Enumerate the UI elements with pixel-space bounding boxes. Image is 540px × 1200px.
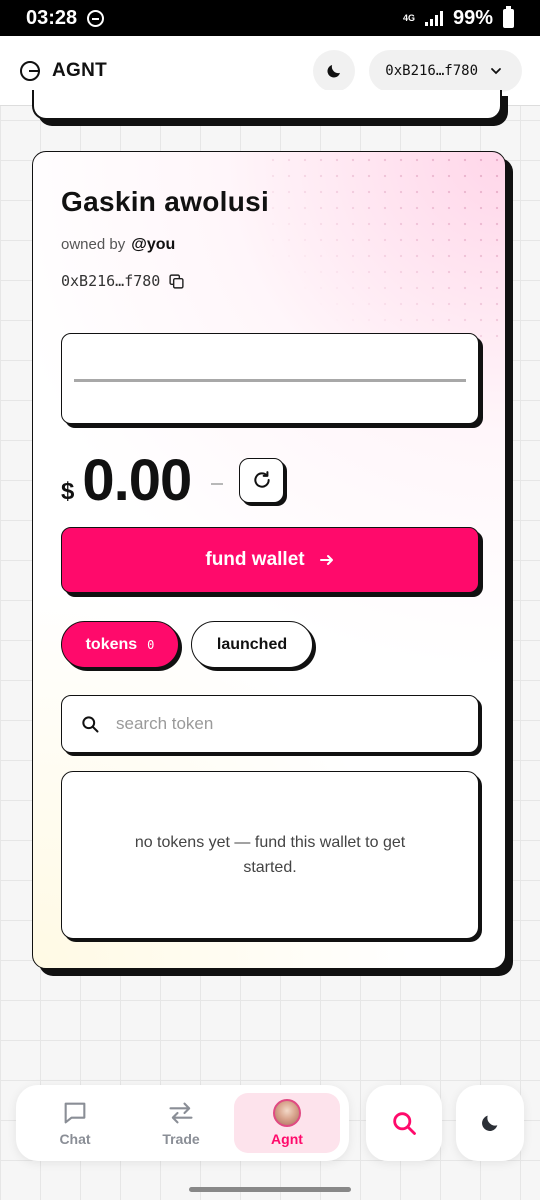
avatar [273, 1099, 301, 1127]
nav-chat-label: Chat [59, 1131, 91, 1147]
moon-icon [327, 64, 341, 78]
moon-icon [482, 1115, 498, 1131]
nav-item-agnt[interactable]: Agnt [234, 1093, 340, 1153]
brand[interactable]: AGNT [18, 59, 107, 83]
chevron-down-icon [491, 67, 501, 74]
search-icon [393, 1112, 416, 1135]
nav-trade-label: Trade [162, 1131, 200, 1147]
tab-launched[interactable]: launched [191, 621, 313, 668]
battery-percent: 99% [452, 6, 493, 29]
tab-launched-label: launched [216, 635, 288, 653]
balance-row: $ 0.00 [61, 447, 285, 513]
wallet-address: 0xB216…f780 [385, 62, 478, 79]
balance-amount: 0.00 [82, 447, 192, 513]
search-icon [82, 716, 99, 733]
owner-handle[interactable]: @you [131, 236, 175, 253]
nav-agnt-label: Agnt [271, 1131, 303, 1147]
signal-icon [424, 10, 443, 26]
status-left: 03:28 [26, 6, 105, 30]
swap-icon [169, 1102, 193, 1124]
nav-item-trade[interactable]: Trade [128, 1093, 234, 1153]
tab-tokens-label: tokens [85, 635, 138, 653]
chat-icon [64, 1102, 86, 1124]
search-button[interactable] [366, 1085, 442, 1161]
wallet-address-button[interactable]: 0xB216…f780 [369, 49, 522, 92]
wallet-tabs: tokens 0 launched [61, 621, 313, 668]
status-right: 4G 99% [402, 5, 514, 30]
status-bar: 03:28 4G 99% [0, 0, 540, 36]
empty-state-message: no tokens yet — fund this wallet to get … [134, 834, 406, 876]
nav-item-chat[interactable]: Chat [22, 1093, 128, 1153]
battery-icon [503, 5, 514, 28]
tokens-empty-state: no tokens yet — fund this wallet to get … [61, 771, 479, 939]
status-time: 03:28 [26, 6, 78, 29]
currency-symbol: $ [61, 478, 75, 505]
fund-wallet-button[interactable]: fund wallet [61, 527, 479, 593]
bottom-nav: Chat Trade Agnt [16, 1085, 349, 1161]
name-input-field[interactable] [61, 333, 479, 424]
tab-tokens[interactable]: tokens 0 [61, 621, 179, 668]
do-not-disturb-icon [87, 9, 105, 27]
card-dot-pattern [265, 152, 505, 342]
brand-logo-icon [20, 60, 40, 81]
tab-tokens-count: 0 [147, 637, 155, 652]
address-line: 0xB216…f780 [61, 272, 185, 290]
network-type: 4G [402, 12, 415, 23]
wallet-title: Gaskin awolusi [61, 186, 270, 217]
search-placeholder: search token [116, 714, 214, 733]
theme-toggle-button[interactable] [313, 49, 356, 92]
owner-line: owned by @you [61, 236, 175, 254]
copy-icon[interactable] [168, 273, 185, 290]
refresh-icon [254, 471, 270, 488]
wallet-card: Gaskin awolusi owned by @you 0xB216…f780 … [32, 151, 506, 969]
search-token-input[interactable]: search token [61, 695, 479, 753]
brand-name: AGNT [52, 59, 108, 81]
fund-wallet-label: fund wallet [205, 549, 305, 570]
home-indicator[interactable] [189, 1187, 351, 1192]
previous-wallet-card [32, 90, 502, 120]
arrow-right-icon [319, 555, 333, 565]
balance-change [211, 483, 224, 485]
theme-toggle-fab[interactable] [456, 1085, 524, 1161]
owned-by-label: owned by [61, 236, 126, 253]
input-underline [74, 379, 466, 382]
wallet-card-address: 0xB216…f780 [61, 272, 161, 290]
header-actions: 0xB216…f780 [313, 49, 522, 92]
refresh-button[interactable] [239, 457, 285, 503]
